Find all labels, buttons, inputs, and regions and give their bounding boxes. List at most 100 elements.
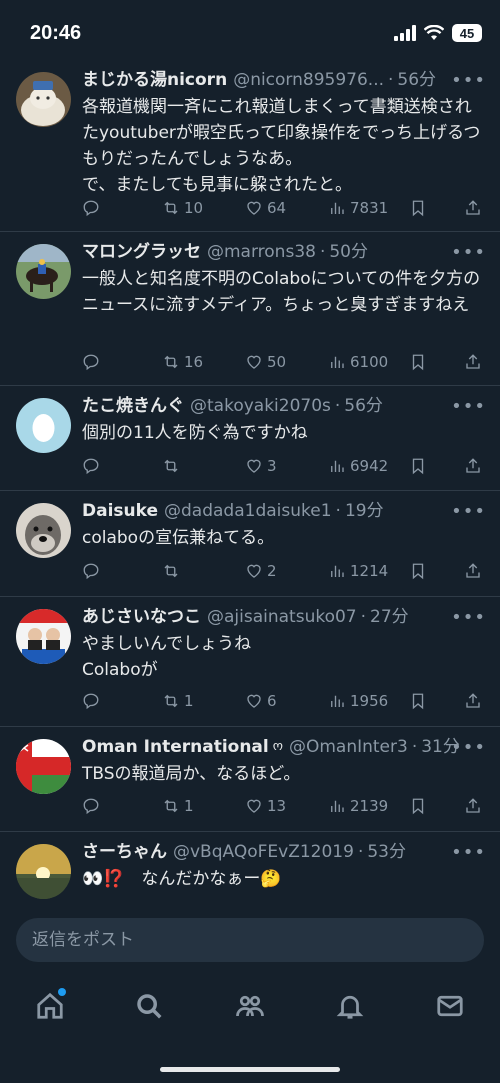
more-options-icon[interactable]: ••• [451, 501, 486, 522]
retweet-button[interactable]: 1 [162, 797, 194, 815]
share-button[interactable] [464, 199, 482, 217]
author-name[interactable]: さーちゃん [82, 840, 167, 864]
reply-input[interactable]: 返信をポスト [16, 918, 484, 962]
avatar[interactable] [16, 398, 71, 453]
like-button[interactable]: 50 [245, 353, 286, 371]
avatar[interactable] [16, 739, 71, 794]
separator-dot: · [319, 242, 326, 262]
reply-button[interactable] [82, 797, 104, 815]
share-button[interactable] [464, 353, 482, 371]
reply-icon [83, 693, 99, 710]
retweet-icon [164, 459, 178, 473]
like-count: 50 [267, 353, 287, 371]
more-options-icon[interactable]: ••• [451, 242, 486, 263]
separator-dot: · [360, 607, 367, 627]
tweet[interactable]: まじかる湯nicorn @nicorn895976... · 56分 各報道機関… [0, 60, 500, 232]
tweet[interactable]: さーちゃん @vBqAQoFEvZ12019 · 53分 👀⁉️ なんだかなぁー… [0, 832, 500, 906]
more-options-icon[interactable]: ••• [451, 607, 486, 628]
retweet-icon [164, 694, 178, 708]
nav-communities[interactable] [232, 988, 268, 1024]
views-button[interactable]: 6942 [328, 457, 388, 475]
tweet-content: Daisuke @dadada1daisuke1 · 19分 colaboの宣伝… [82, 499, 486, 551]
reply-button[interactable] [82, 692, 104, 710]
author-name[interactable]: Daisuke [82, 499, 158, 523]
dog-avatar-image [16, 503, 71, 558]
bookmark-button[interactable] [409, 199, 427, 217]
more-options-icon[interactable]: ••• [451, 70, 486, 91]
like-button[interactable]: 6 [245, 692, 277, 710]
retweet-button[interactable]: 10 [162, 199, 203, 217]
author-name[interactable]: まじかる湯nicorn [82, 68, 227, 92]
nav-messages[interactable] [432, 988, 468, 1024]
share-icon [466, 798, 480, 813]
views-button[interactable]: 1956 [328, 692, 388, 710]
bookmark-button[interactable] [409, 797, 427, 815]
bookmark-button[interactable] [409, 692, 427, 710]
author-handle[interactable]: @OmanInter3 [289, 735, 408, 759]
bookmark-button[interactable] [409, 457, 427, 475]
tweet-time[interactable]: 27分 [370, 605, 409, 629]
bookmark-button[interactable] [409, 562, 427, 580]
tweet[interactable]: たこ焼きんぐ @takoyaki2070s · 56分 個別の11人を防ぐ為です… [0, 386, 500, 491]
author-handle[interactable]: @marrons38 [207, 240, 316, 264]
like-button[interactable]: 3 [245, 457, 277, 475]
author-name[interactable]: Oman International [82, 735, 269, 759]
reply-button[interactable] [82, 562, 104, 580]
nav-notifications[interactable] [332, 988, 368, 1024]
tweet-time[interactable]: 56分 [397, 68, 436, 92]
views-button[interactable]: 2139 [328, 797, 388, 815]
author-handle[interactable]: @vBqAQoFEvZ12019 [173, 840, 354, 864]
author-name[interactable]: たこ焼きんぐ [82, 394, 184, 418]
author-handle[interactable]: @takoyaki2070s [190, 394, 331, 418]
avatar[interactable] [16, 609, 71, 664]
tweet[interactable]: マロングラッセ @marrons38 · 50分 一般人と知名度不明のColab… [0, 232, 500, 386]
views-button[interactable]: 7831 [328, 199, 388, 217]
nav-home[interactable] [32, 988, 68, 1024]
retweet-button[interactable]: 16 [162, 353, 203, 371]
retweet-button[interactable] [162, 457, 184, 475]
share-button[interactable] [464, 692, 482, 710]
author-name[interactable]: マロングラッセ [82, 240, 201, 264]
view-count: 6100 [350, 353, 389, 371]
like-button[interactable]: 2 [245, 562, 277, 580]
share-button[interactable] [464, 562, 482, 580]
like-button[interactable]: 64 [245, 199, 286, 217]
tweet-text: 一般人と知名度不明のColaboについての件を夕方のニュースに流すメディア。ちょ… [82, 269, 481, 315]
reply-feed[interactable]: まじかる湯nicorn @nicorn895976... · 56分 各報道機関… [0, 60, 500, 906]
tweet-time[interactable]: 53分 [367, 840, 406, 864]
share-button[interactable] [464, 457, 482, 475]
more-options-icon[interactable]: ••• [451, 396, 486, 417]
reply-button[interactable] [82, 353, 104, 371]
cat-avatar-image [16, 72, 71, 127]
tweet[interactable]: Daisuke @dadada1daisuke1 · 19分 colaboの宣伝… [0, 491, 500, 597]
avatar[interactable] [16, 72, 71, 127]
tweet-time[interactable]: 50分 [329, 240, 368, 264]
share-button[interactable] [464, 797, 482, 815]
tweet[interactable]: あじさいなつこ @ajisainatsuko07 · 27分 やましいんでしょう… [0, 597, 500, 727]
like-button[interactable]: 13 [245, 797, 286, 815]
avatar[interactable] [16, 844, 71, 899]
retweet-icon [164, 799, 178, 813]
bookmark-button[interactable] [409, 353, 427, 371]
author-name[interactable]: あじさいなつこ [82, 605, 201, 629]
author-handle[interactable]: @dadada1daisuke1 [164, 499, 332, 523]
tweet-time[interactable]: 19分 [345, 499, 384, 523]
tweet-text: 個別の11人を防ぐ為ですかね [82, 423, 308, 443]
views-button[interactable]: 6100 [328, 353, 388, 371]
tweet[interactable]: Oman International ო @OmanInter3 · 31分 T… [0, 727, 500, 832]
nav-search[interactable] [131, 988, 167, 1024]
reply-button[interactable] [82, 199, 104, 217]
avatar[interactable] [16, 503, 71, 558]
tweet-time[interactable]: 56分 [344, 394, 383, 418]
views-button[interactable]: 1214 [328, 562, 388, 580]
retweet-button[interactable] [162, 562, 184, 580]
reply-button[interactable] [82, 457, 104, 475]
tweet-header: まじかる湯nicorn @nicorn895976... · 56分 [82, 68, 486, 92]
oman-flag-avatar [16, 739, 71, 794]
more-options-icon[interactable]: ••• [451, 737, 486, 758]
avatar[interactable] [16, 244, 71, 299]
retweet-button[interactable]: 1 [162, 692, 194, 710]
author-handle[interactable]: @nicorn895976... [233, 68, 384, 92]
author-handle[interactable]: @ajisainatsuko07 [207, 605, 357, 629]
more-options-icon[interactable]: ••• [451, 842, 486, 863]
